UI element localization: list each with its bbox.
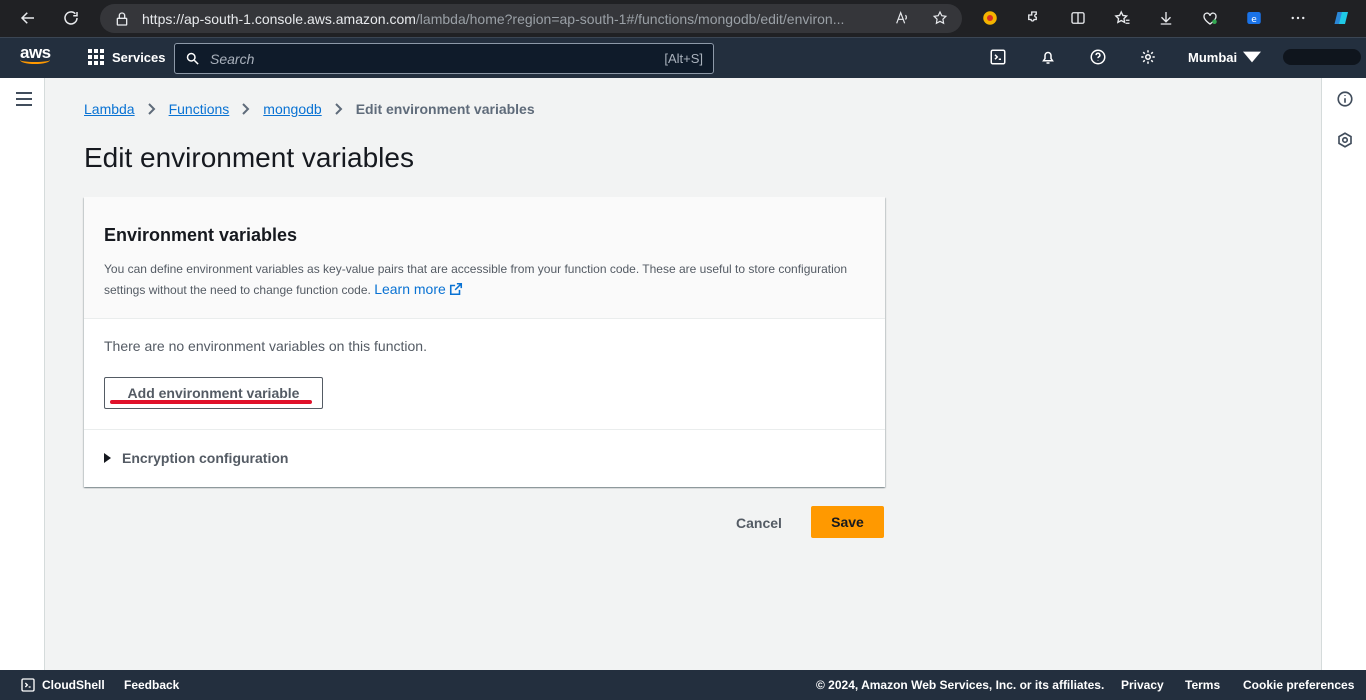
learn-more-label: Learn more	[374, 281, 446, 297]
help-icon[interactable]	[1088, 47, 1108, 67]
browser-essentials-icon[interactable]	[1198, 6, 1222, 30]
breadcrumb-current: Edit environment variables	[355, 101, 535, 117]
empty-state-text: There are no environment variables on th…	[104, 338, 427, 354]
browser-toolbar: https://ap-south-1.console.aws.amazon.co…	[0, 0, 1366, 37]
learn-more-link[interactable]: Learn more	[374, 281, 463, 297]
panel-title: Environment variables	[104, 225, 298, 245]
cloudshell-footer-button[interactable]: CloudShell	[20, 677, 105, 693]
cookie-preferences-link[interactable]: Cookie preferences	[1243, 678, 1354, 692]
description-text: You can define environment variables as …	[104, 262, 848, 297]
breadcrumb-functions-link[interactable]: Functions	[169, 101, 230, 117]
terms-link[interactable]: Terms	[1185, 678, 1220, 692]
footer: CloudShell Feedback © 2024, Amazon Web S…	[0, 670, 1366, 700]
external-link-icon	[449, 282, 462, 296]
save-button[interactable]: Save	[811, 506, 884, 538]
side-navigation-rail	[0, 78, 45, 670]
chevron-right-icon	[147, 103, 156, 115]
encryption-label: Encryption configuration	[122, 450, 289, 466]
search-input[interactable]	[210, 50, 640, 67]
favorite-star-icon[interactable]	[932, 10, 948, 26]
svg-text:e: e	[1251, 15, 1257, 25]
notifications-bell-icon[interactable]	[1038, 47, 1058, 67]
aws-logo-text: aws	[20, 43, 51, 62]
encryption-configuration-expander[interactable]: Encryption configuration	[104, 450, 288, 466]
add-environment-variable-button[interactable]: Add environment variable	[104, 377, 323, 409]
assistant-hexagon-icon[interactable]	[1336, 131, 1354, 149]
feedback-link[interactable]: Feedback	[124, 678, 179, 692]
chevron-right-icon	[334, 103, 343, 115]
settings-gear-icon[interactable]	[1138, 47, 1158, 67]
aws-logo[interactable]: aws	[20, 43, 51, 64]
address-bar[interactable]: https://ap-south-1.console.aws.amazon.co…	[100, 4, 962, 33]
read-aloud-icon[interactable]	[894, 10, 910, 26]
account-menu[interactable]	[1283, 49, 1362, 65]
environment-variables-panel: Environment variables You can define env…	[84, 197, 885, 487]
copyright-text: © 2024, Amazon Web Services, Inc. or its…	[816, 678, 1105, 692]
cloudshell-icon[interactable]	[988, 47, 1008, 67]
more-menu-icon[interactable]	[1286, 6, 1310, 30]
privacy-link[interactable]: Privacy	[1121, 678, 1164, 692]
annotation-red-underline	[110, 400, 312, 404]
region-selector[interactable]: Mumbai	[1188, 48, 1262, 66]
breadcrumb-lambda-link[interactable]: Lambda	[84, 101, 135, 117]
url-path: /lambda/home?region=ap-south-1#/function…	[415, 10, 845, 27]
panel-header: Environment variables You can define env…	[84, 197, 885, 319]
back-arrow-icon[interactable]	[14, 4, 42, 32]
services-menu-button[interactable]: Services	[88, 49, 166, 65]
caret-right-icon	[104, 453, 111, 463]
cancel-button[interactable]: Cancel	[722, 507, 796, 538]
hamburger-menu-icon[interactable]	[16, 92, 32, 106]
refresh-icon[interactable]	[57, 4, 85, 32]
aws-top-navigation: aws Services [Alt+S] Mumbai	[0, 37, 1366, 78]
info-icon[interactable]	[1336, 90, 1354, 108]
downloads-icon[interactable]	[1154, 6, 1178, 30]
lock-icon	[116, 11, 128, 26]
extensions-puzzle-icon[interactable]	[1022, 6, 1046, 30]
collections-icon[interactable]: e	[1242, 6, 1266, 30]
chevron-right-icon	[242, 103, 250, 115]
search-bar[interactable]: [Alt+S]	[174, 43, 714, 74]
split-screen-icon[interactable]	[1066, 6, 1090, 30]
favorites-icon[interactable]	[1110, 6, 1134, 30]
region-label: Mumbai	[1188, 49, 1238, 65]
search-icon	[186, 52, 199, 65]
cloudshell-icon	[21, 678, 35, 692]
copilot-icon[interactable]	[1330, 6, 1354, 30]
page-title: Edit environment variables	[84, 142, 414, 173]
cloudshell-label: CloudShell	[42, 678, 105, 692]
breadcrumb-mongodb-link[interactable]: mongodb	[263, 101, 321, 117]
url-host: https://ap-south-1.console.aws.amazon.co…	[142, 10, 416, 27]
breadcrumb: Lambda Functions mongodb Edit environmen…	[84, 101, 535, 117]
caret-down-icon	[1243, 51, 1262, 63]
extension-color-icon[interactable]	[978, 6, 1002, 30]
grid-icon	[88, 49, 104, 65]
search-shortcut-hint: [Alt+S]	[664, 51, 703, 66]
services-label: Services	[112, 49, 166, 65]
divider	[84, 429, 885, 430]
panel-description: You can define environment variables as …	[104, 259, 874, 300]
tools-panel-rail	[1321, 78, 1366, 670]
